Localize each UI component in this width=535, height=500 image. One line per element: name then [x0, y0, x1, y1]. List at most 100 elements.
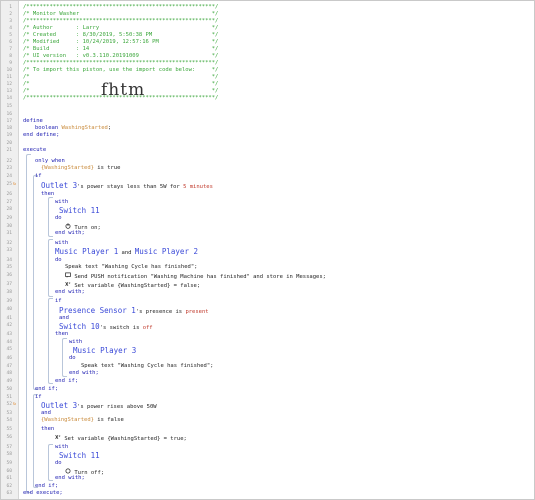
statement-send-push[interactable]: Send PUSH notification "Washing Machine … — [65, 272, 326, 281]
line-number: 56 — [6, 435, 12, 440]
and-keyword[interactable]: and — [41, 410, 51, 417]
device-switch-11[interactable]: Switch 11 — [59, 206, 100, 215]
and-keyword[interactable]: and — [59, 315, 69, 322]
do-keyword[interactable]: do — [55, 257, 62, 264]
line-number: 20 — [6, 141, 12, 146]
code-line[interactable]: /* To import this piston, use the import… — [23, 67, 218, 74]
statement-set-variable-true[interactable]: 2 Set variable {WashingStarted} = true; — [55, 434, 187, 442]
then-keyword[interactable]: then — [55, 331, 68, 338]
then-keyword[interactable]: then — [41, 191, 54, 198]
with-keyword[interactable]: with — [69, 339, 82, 346]
end-define-keyword[interactable]: end define; — [23, 132, 59, 139]
if-keyword[interactable]: if — [35, 173, 42, 180]
variable-ref: {WashingStarted} — [41, 165, 94, 171]
execute-keyword[interactable]: execute — [23, 147, 46, 154]
code-line[interactable]: /* Build : 14 */ — [23, 46, 218, 53]
device-music-player-3[interactable]: Music Player 3 — [73, 346, 136, 355]
line-number: 3 — [9, 19, 12, 24]
do-keyword[interactable]: do — [55, 460, 62, 467]
condition-text: 's power rises above 50W — [77, 404, 157, 410]
code-line[interactable]: /* Created : 8/30/2019, 5:50:38 PM */ — [23, 32, 218, 39]
end-if-keyword[interactable]: end if; — [35, 386, 58, 393]
line-number: 5 — [9, 33, 12, 38]
device-switch-11[interactable]: Switch 11 — [59, 451, 100, 460]
end-if-keyword[interactable]: end if; — [35, 483, 58, 490]
line-number: 40 — [6, 307, 12, 312]
condition-outlet-power-stays[interactable]: Outlet 3's power stays less than 5W for … — [41, 181, 213, 190]
condition-switch-10[interactable]: Switch 10's switch is off — [59, 322, 153, 331]
code-line[interactable]: /* Modified : 10/24/2019, 12:57:16 PM */ — [23, 39, 218, 46]
with-block-guide — [48, 197, 53, 237]
condition-washing-false[interactable]: {WashingStarted} is false — [41, 417, 124, 424]
condition-value: present — [185, 309, 209, 315]
message-icon — [65, 272, 71, 281]
line-number: 43 — [6, 332, 12, 337]
svg-text:2: 2 — [69, 281, 71, 285]
end-with-keyword[interactable]: end with; — [69, 370, 99, 377]
line-number: 17 — [6, 119, 12, 124]
do-keyword[interactable]: do — [55, 215, 62, 222]
then-keyword[interactable]: then — [41, 426, 54, 433]
if-keyword[interactable]: if — [35, 394, 42, 401]
device-music-player-2: Music Player 2 — [134, 247, 198, 256]
piston-code-editor: 1 2 3 4 5 6 7 8 9 10 11 12 13 14 15 16 17 18 19 20 21 22 23 24 2… — [0, 0, 535, 500]
line-number: 29 — [6, 216, 12, 221]
if-keyword[interactable]: if — [55, 298, 62, 305]
with-keyword[interactable]: with — [55, 240, 68, 247]
condition-text: 's power stays less than 5W for — [77, 184, 184, 190]
define-keyword[interactable]: define — [23, 118, 43, 125]
code-line[interactable]: /* Author : Larry */ — [23, 25, 218, 32]
end-execute-keyword[interactable]: end execute; — [23, 490, 63, 497]
device-outlet-3: Outlet 3 — [41, 181, 78, 190]
line-number: 19 — [6, 133, 12, 138]
code-line[interactable]: /***************************************… — [23, 18, 218, 25]
statement-turn-on[interactable]: Turn on; — [65, 223, 101, 231]
line-number: 44 — [6, 340, 12, 345]
line-number: 14 — [6, 96, 12, 101]
variable-declaration[interactable]: boolean WashingStarted; — [35, 125, 111, 132]
code-line[interactable]: /* Monitor Washer */ — [23, 11, 218, 18]
statement-speak-text[interactable]: Speak text "Washing Cycle has finished"; — [65, 264, 197, 271]
line-number-gutter: 1 2 3 4 5 6 7 8 9 10 11 12 13 14 15 16 17 18 19 20 21 22 23 24 2… — [1, 1, 19, 499]
with-keyword[interactable]: with — [55, 444, 68, 451]
statement-speak-text[interactable]: Speak text "Washing Cycle has finished"; — [81, 363, 213, 370]
do-keyword[interactable]: do — [69, 355, 76, 362]
end-with-keyword[interactable]: end with; — [55, 289, 85, 296]
import-code[interactable]: fhtm — [101, 80, 145, 100]
statement-turn-off[interactable]: Turn off; — [65, 468, 104, 476]
with-keyword[interactable]: with — [55, 199, 68, 206]
statement-set-variable-false[interactable]: 2 Set variable {WashingStarted} = false; — [65, 281, 200, 289]
line-number: 58 — [6, 452, 12, 457]
line-number: 16 — [6, 112, 12, 117]
condition-operator: is true — [93, 165, 121, 171]
line-number: 35 — [6, 265, 12, 270]
device-outlet-3: Outlet 3 — [41, 401, 78, 410]
line-number: 28 — [6, 207, 12, 212]
if-block-guide — [33, 175, 38, 390]
variable-name: WashingStarted — [61, 125, 108, 131]
line-number: 25 — [6, 182, 12, 187]
duration-value: 5 minutes — [183, 184, 213, 190]
code-line[interactable]: /***************************************… — [23, 60, 218, 67]
code-line[interactable]: /* UI version : v0.3.110.20191009 */ — [23, 53, 218, 60]
condition-washing-true[interactable]: {WashingStarted} is true — [41, 165, 120, 172]
line-number: 4 — [9, 26, 12, 31]
condition-presence[interactable]: Presence Sensor 1's presence is present — [59, 306, 209, 315]
line-number: 31 — [6, 231, 12, 236]
action-text: Set variable {WashingStarted} = true; — [64, 436, 187, 442]
line-number: 12 — [6, 82, 12, 87]
line-number: 7 — [9, 47, 12, 52]
condition-outlet-power-rises[interactable]: Outlet 3's power rises above 50W — [41, 401, 157, 410]
only-when-keyword[interactable]: only when — [35, 158, 65, 165]
code-line[interactable]: /***************************************… — [23, 4, 218, 11]
end-with-keyword[interactable]: end with; — [55, 230, 85, 237]
with-devices-music-players[interactable]: Music Player 1 and Music Player 2 — [55, 247, 198, 256]
line-number: 48 — [6, 371, 12, 376]
variable-ref: {WashingStarted} — [41, 417, 94, 423]
line-number: 21 — [6, 148, 12, 153]
device-presence-sensor-1: Presence Sensor 1 — [59, 306, 136, 315]
execute-block-guide — [26, 154, 31, 493]
end-if-keyword[interactable]: end if; — [55, 378, 78, 385]
end-with-keyword[interactable]: end with; — [55, 475, 85, 482]
line-number: 39 — [6, 299, 12, 304]
